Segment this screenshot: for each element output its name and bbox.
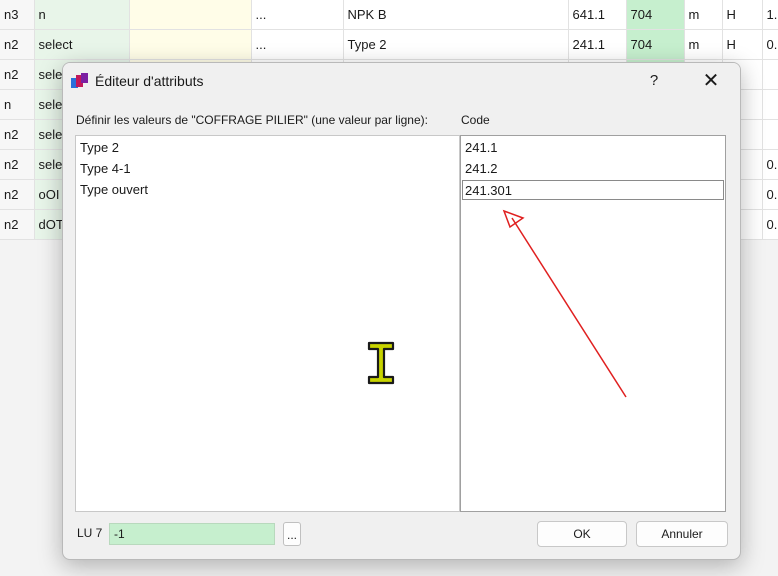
lu-browse-button[interactable]: ... bbox=[283, 522, 301, 546]
background-cell: 1. bbox=[762, 0, 778, 30]
code-line: 241.2 bbox=[465, 161, 498, 176]
value-line: Type ouvert bbox=[80, 182, 148, 197]
background-cell: n2 bbox=[0, 149, 35, 180]
background-cell: H bbox=[722, 0, 763, 30]
background-cell: 241.1 bbox=[568, 29, 627, 60]
background-cell: NPK B bbox=[343, 0, 569, 30]
value-line: Type 4-1 bbox=[80, 161, 131, 176]
code-line-selected[interactable]: 241.301 bbox=[462, 180, 724, 200]
background-cell: H bbox=[722, 29, 763, 60]
ok-button[interactable]: OK bbox=[537, 521, 627, 547]
code-column-label: Code bbox=[461, 113, 490, 127]
background-cell: select bbox=[34, 29, 130, 60]
codes-textarea[interactable]: 241.1 241.2 241.301 bbox=[460, 135, 726, 512]
lu-input[interactable]: -1 bbox=[109, 523, 275, 545]
background-cell: 0. bbox=[762, 29, 778, 60]
background-cell bbox=[762, 59, 778, 90]
value-line: Type 2 bbox=[80, 140, 120, 155]
help-button[interactable]: ? bbox=[638, 67, 670, 95]
dialog-titlebar[interactable]: Éditeur d'attributs ? ✕ bbox=[63, 63, 740, 99]
close-button[interactable]: ✕ bbox=[693, 67, 729, 95]
background-cell: n bbox=[0, 89, 35, 120]
background-cell bbox=[762, 89, 778, 120]
background-cell bbox=[762, 119, 778, 150]
values-textarea[interactable]: Type 2 Type 4-1 Type ouvert bbox=[75, 135, 460, 512]
background-cell: n bbox=[34, 0, 130, 30]
background-cell: 0. bbox=[762, 149, 778, 180]
instruction-label: Définir les valeurs de "COFFRAGE PILIER"… bbox=[76, 113, 428, 127]
background-cell: n3 bbox=[0, 0, 35, 30]
background-row: n3 n... NPK B 641.1 704 m H 1. bbox=[0, 0, 778, 30]
background-cell: 704 bbox=[626, 29, 685, 60]
background-cell: 0. bbox=[762, 179, 778, 210]
dialog-title: Éditeur d'attributs bbox=[95, 73, 204, 89]
background-cell: ... bbox=[251, 29, 344, 60]
attribute-editor-dialog: Éditeur d'attributs ? ✕ Définir les vale… bbox=[62, 62, 741, 560]
background-cell: n2 bbox=[0, 179, 35, 210]
background-row: n2 select... Type 2 241.1 704 m H 0. bbox=[0, 29, 778, 60]
cancel-button[interactable]: Annuler bbox=[636, 521, 728, 547]
background-cell: 641.1 bbox=[568, 0, 627, 30]
background-cell: n2 bbox=[0, 29, 35, 60]
background-cell: 704 bbox=[626, 0, 685, 30]
background-cell: m bbox=[684, 29, 723, 60]
background-cell: ... bbox=[251, 0, 344, 30]
background-cell: 0. bbox=[762, 209, 778, 240]
text-ibeam-cursor-icon bbox=[367, 341, 395, 385]
background-cell bbox=[129, 29, 252, 60]
code-line: 241.1 bbox=[465, 140, 498, 155]
background-cell: n2 bbox=[0, 209, 35, 240]
background-cell: n2 bbox=[0, 119, 35, 150]
attribute-editor-icon bbox=[71, 73, 88, 88]
background-cell: m bbox=[684, 0, 723, 30]
background-cell: n2 bbox=[0, 59, 35, 90]
background-cell bbox=[129, 0, 252, 30]
lu-label: LU 7 bbox=[77, 526, 103, 540]
background-cell: Type 2 bbox=[343, 29, 569, 60]
